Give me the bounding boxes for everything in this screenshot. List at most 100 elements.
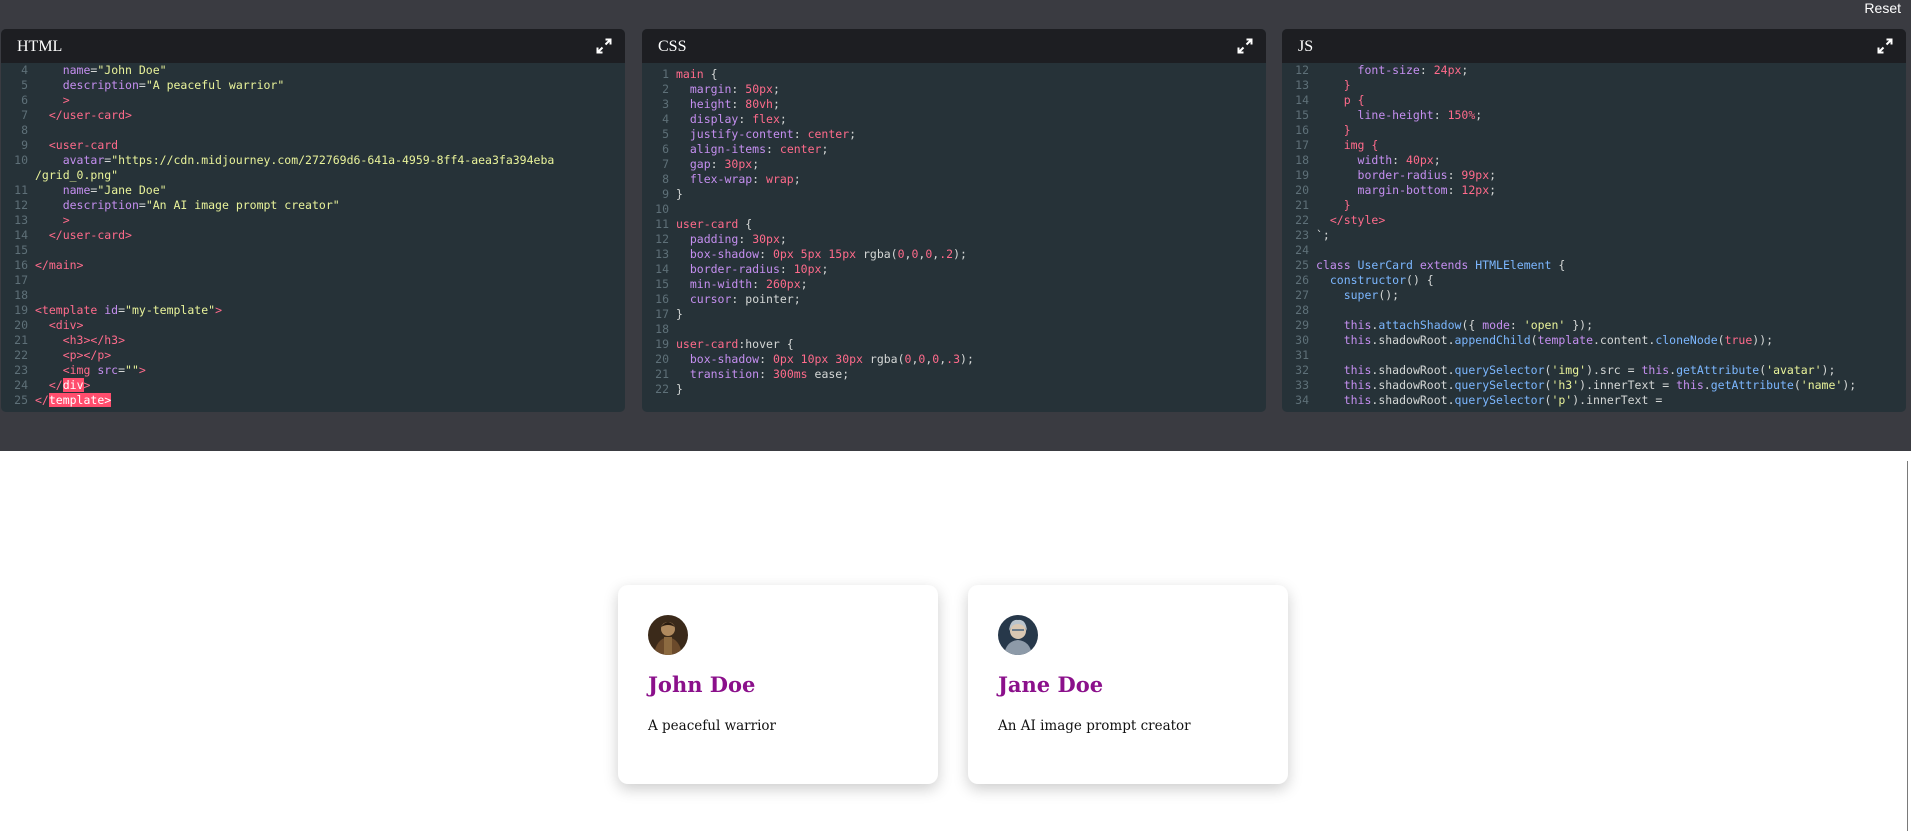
code-line[interactable]: 22 <p></p> [1, 348, 111, 363]
code-line[interactable]: 7 </user-card> [1, 108, 132, 123]
code-line[interactable]: 7 gap: 30px; [642, 157, 759, 172]
code-line[interactable]: 8 [1, 123, 35, 138]
line-number: 9 [21, 138, 28, 152]
line-number: 12 [14, 198, 28, 212]
html-code-editor[interactable]: 4 name="John Doe" 5 description="A peacef… [1, 63, 625, 412]
expand-icon[interactable] [1236, 37, 1254, 55]
code-line[interactable]: 4 display: flex; [642, 112, 787, 127]
code-line[interactable]: 32 this.shadowRoot.querySelector('img').… [1282, 363, 1835, 378]
line-number: 8 [21, 123, 28, 137]
code-token: main [676, 67, 704, 81]
code-line[interactable]: 3 height: 80vh; [642, 97, 780, 112]
code-line[interactable]: 13 > [1, 213, 70, 228]
code-line[interactable]: 17 img { [1282, 138, 1378, 153]
code-token: : [759, 247, 773, 261]
user-card[interactable]: John Doe A peaceful warrior [618, 585, 938, 784]
code-line[interactable]: 24 [1282, 243, 1316, 258]
js-code-editor[interactable]: 12 font-size: 24px; 13 } 14 p {15 line-hei… [1282, 63, 1906, 412]
code-line[interactable]: 11 name="Jane Doe" [1, 183, 166, 198]
code-line[interactable]: 21 transition: 300ms ease; [642, 367, 849, 382]
code-line[interactable]: 10 avatar="https://cdn.midjourney.com/27… [1, 153, 554, 168]
code-line[interactable]: 15 line-height: 150%; [1282, 108, 1482, 123]
code-line[interactable]: 12 font-size: 24px; [1282, 63, 1468, 78]
code-line[interactable]: 0/grid_0.png" [1, 168, 118, 183]
code-line[interactable]: 16 </main> [1, 258, 83, 273]
code-line[interactable]: 14 p { [1282, 93, 1364, 108]
code-line[interactable]: 2 margin: 50px; [642, 82, 780, 97]
code-line[interactable]: 28 [1282, 303, 1316, 318]
expand-icon[interactable] [595, 37, 613, 55]
code-line[interactable]: 15 min-width: 260px; [642, 277, 807, 292]
code-line[interactable]: 14 </user-card> [1, 228, 132, 243]
code-token: </style> [1329, 213, 1386, 227]
code-line[interactable]: 18 width: 40px; [1282, 153, 1441, 168]
code-token: : [1447, 168, 1462, 182]
reset-button[interactable]: Reset [1864, 0, 1901, 16]
code-line[interactable]: 34 this.shadowRoot.querySelector('p').in… [1282, 393, 1662, 408]
code-line[interactable]: 22 </style> [1282, 213, 1385, 228]
code-line[interactable]: 15 [1, 243, 35, 258]
code-line[interactable]: 4 name="John Doe" [1, 63, 167, 78]
code-line[interactable]: 13 } [1282, 78, 1351, 93]
code-line[interactable]: 18 [642, 322, 676, 337]
code-line[interactable]: 20 <div> [1, 318, 83, 333]
css-code-editor[interactable]: 1 main {2 margin: 50px; 3 height: 80vh; 4 d… [642, 63, 1266, 412]
code-token: 12px [1461, 183, 1490, 197]
code-line[interactable]: 20 box-shadow: 0px 10px 30px rgba(0,0,0,… [642, 352, 974, 367]
code-line[interactable]: 33 this.shadowRoot.querySelector('h3').i… [1282, 378, 1856, 393]
code-line[interactable]: 13 box-shadow: 0px 5px 15px rgba(0,0,0,.… [642, 247, 967, 262]
code-line[interactable]: 30 this.shadowRoot.appendChild(template.… [1282, 333, 1773, 348]
code-line[interactable]: 29 this.attachShadow({ mode: 'open' }); [1282, 318, 1593, 333]
code-line[interactable]: 6 align-items: center; [642, 142, 828, 157]
code-line[interactable]: 17 [1, 273, 35, 288]
code-token: line-height [1357, 108, 1434, 122]
code-line[interactable]: 11 user-card { [642, 217, 752, 232]
scrollbar[interactable] [1907, 461, 1908, 831]
code-line[interactable]: 9} [642, 187, 683, 202]
code-line[interactable]: 16 cursor: pointer; [642, 292, 801, 307]
code-line[interactable]: 16 } [1282, 123, 1351, 138]
code-line[interactable]: 21 <h3></h3> [1, 333, 125, 348]
code-line[interactable]: 20 margin-bottom: 12px; [1282, 183, 1496, 198]
code-line[interactable]: 31 [1282, 348, 1316, 363]
line-number: 2 [662, 82, 669, 96]
code-token: ; [821, 262, 829, 276]
code-token: ( [1793, 378, 1801, 392]
code-line[interactable]: 25 </template> [1, 393, 112, 408]
line-number: 15 [14, 243, 28, 257]
code-line[interactable]: 23 <img src=""> [1, 363, 146, 378]
code-token: : [752, 277, 767, 291]
code-line[interactable]: 22} [642, 382, 683, 397]
code-line[interactable]: 5 justify-content: center; [642, 127, 856, 142]
code-line[interactable]: 24 </div> [1, 378, 90, 393]
code-line[interactable]: 19 <template id="my-template"> [1, 303, 222, 318]
expand-icon[interactable] [1876, 37, 1894, 55]
code-line[interactable]: 1 main { [642, 67, 718, 82]
code-token: ; [779, 232, 787, 246]
code-line[interactable]: 17} [642, 307, 683, 322]
code-line[interactable]: 5 description="A peaceful warrior" [1, 78, 284, 93]
code-line[interactable]: 25 class UserCard extends HTMLElement { [1282, 258, 1565, 273]
code-line[interactable]: 12 padding: 30px; [642, 232, 787, 247]
code-line[interactable]: 8 flex-wrap: wrap; [642, 172, 801, 187]
code-token: ; [793, 172, 801, 186]
code-line[interactable]: 10 [642, 202, 676, 217]
code-line[interactable]: 12 description="An AI image prompt creat… [1, 198, 340, 213]
code-line[interactable]: 14 border-radius: 10px; [642, 262, 828, 277]
code-line[interactable]: 27 super(); [1282, 288, 1399, 303]
user-card[interactable]: Jane Doe An AI image prompt creator [968, 585, 1288, 784]
code-line[interactable]: 21 } [1282, 198, 1351, 213]
code-line[interactable]: 19 user-card:hover { [642, 337, 794, 352]
code-token: } [676, 307, 683, 321]
code-line[interactable]: 9 <user-card [1, 138, 118, 153]
code-line[interactable]: 23 `; [1282, 228, 1330, 243]
code-line[interactable]: 26 constructor() { [1282, 273, 1434, 288]
code-token: user-card [676, 337, 739, 351]
code-token: font-size [1357, 63, 1420, 77]
code-line[interactable]: 18 [1, 288, 35, 303]
code-line[interactable]: 6 > [1, 93, 70, 108]
code-token: extends [1419, 258, 1476, 272]
code-line[interactable]: 19 border-radius: 99px; [1282, 168, 1496, 183]
